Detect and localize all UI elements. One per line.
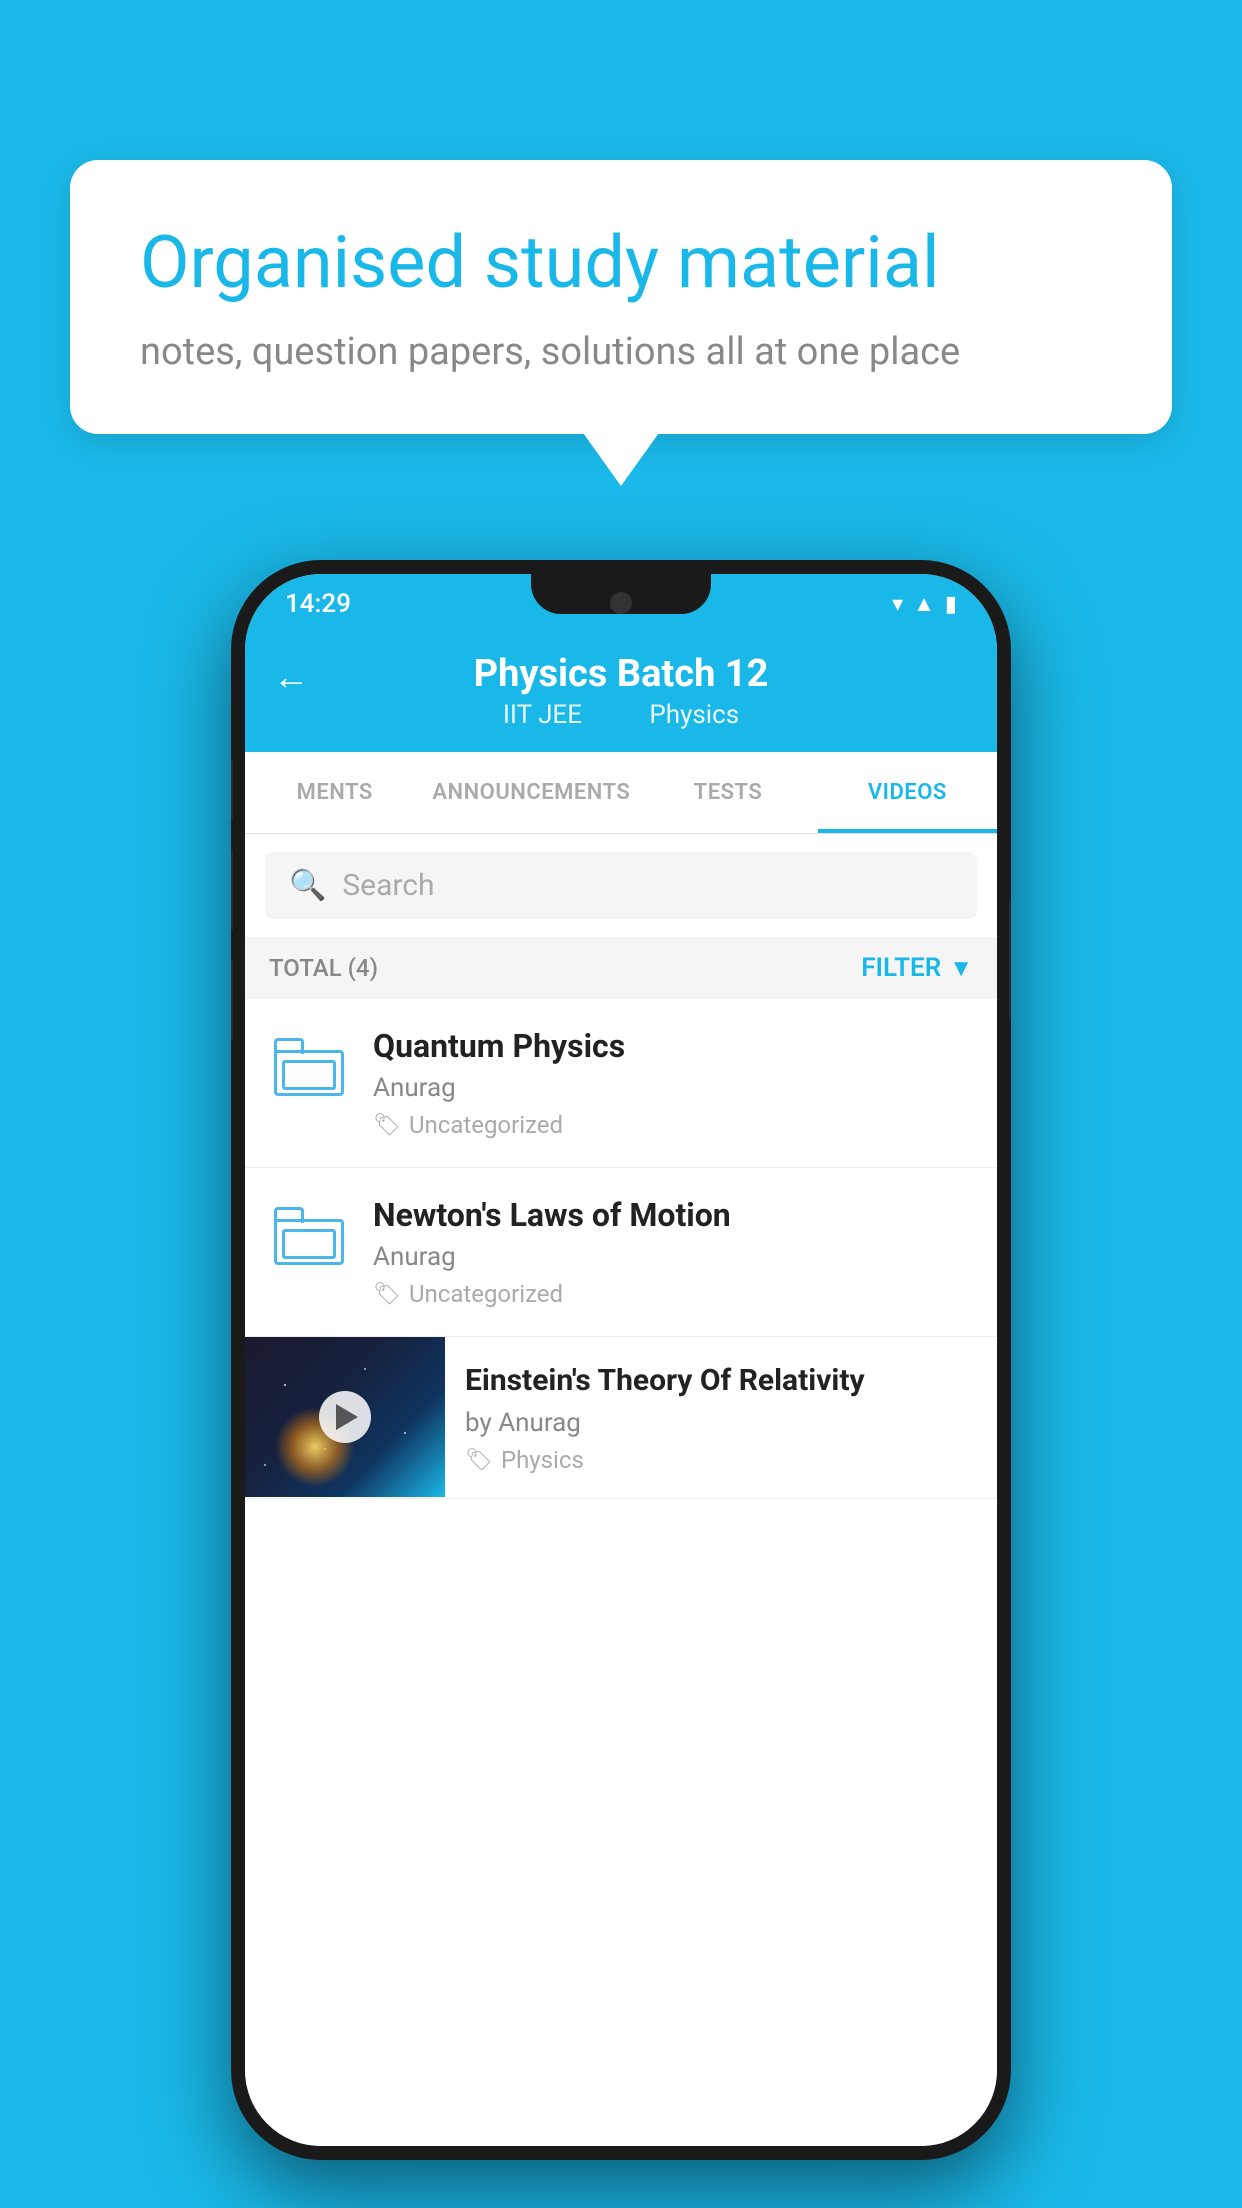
subtitle-physics: Physics	[649, 700, 739, 730]
video-tag: 🏷 Uncategorized	[373, 1280, 973, 1308]
filter-row: TOTAL (4) FILTER ▼	[245, 937, 997, 999]
video-author: by Anurag	[465, 1408, 977, 1438]
phone-screen: 14:29 ▾ ▲ ▮ ← Physics Batch 12 IIT JEE P…	[245, 574, 997, 2146]
total-count: TOTAL (4)	[269, 954, 378, 982]
tab-announcements[interactable]: ANNOUNCEMENTS	[424, 752, 638, 833]
video-tag: 🏷 Uncategorized	[373, 1111, 973, 1139]
filter-funnel-icon: ▼	[949, 954, 973, 983]
phone-camera	[610, 592, 632, 614]
play-triangle-icon	[336, 1404, 358, 1430]
video-title: Newton's Laws of Motion	[373, 1196, 973, 1234]
video-info: Quantum Physics Anurag 🏷 Uncategorized	[373, 1027, 973, 1139]
folder-icon	[274, 1207, 344, 1265]
phone-side-btn-left	[231, 760, 233, 820]
tag-icon: 🏷	[373, 1282, 401, 1307]
phone-notch	[531, 574, 711, 614]
tag-icon: 🏷	[465, 1448, 493, 1473]
header-subtitle: IIT JEE Physics	[491, 700, 751, 730]
wifi-icon: ▾	[892, 592, 903, 617]
tab-tests[interactable]: TESTS	[638, 752, 817, 833]
status-icons: ▾ ▲ ▮	[892, 591, 957, 617]
subtitle-iitjee: IIT JEE	[503, 700, 582, 730]
list-item[interactable]: Einstein's Theory Of Relativity by Anura…	[245, 1337, 997, 1499]
list-item[interactable]: Newton's Laws of Motion Anurag 🏷 Uncateg…	[245, 1168, 997, 1337]
phone-side-btn-left2	[231, 850, 233, 930]
video-info: Newton's Laws of Motion Anurag 🏷 Uncateg…	[373, 1196, 973, 1308]
folder-icon-wrap	[269, 1196, 349, 1276]
video-title: Quantum Physics	[373, 1027, 973, 1065]
status-time: 14:29	[285, 589, 351, 619]
tag-label: Uncategorized	[409, 1280, 563, 1308]
header-title: Physics Batch 12	[474, 652, 769, 696]
signal-icon: ▲	[913, 591, 935, 617]
speech-bubble: Organised study material notes, question…	[70, 160, 1172, 434]
tab-ments[interactable]: MENTS	[245, 752, 424, 833]
battery-icon: ▮	[945, 592, 957, 617]
folder-icon	[274, 1038, 344, 1096]
tabs-bar: MENTS ANNOUNCEMENTS TESTS VIDEOS	[245, 752, 997, 834]
bubble-subtitle: notes, question papers, solutions all at…	[140, 330, 1102, 374]
einstein-info: Einstein's Theory Of Relativity by Anura…	[445, 1337, 997, 1498]
search-placeholder: Search	[342, 868, 434, 903]
search-icon: 🔍	[289, 868, 326, 903]
tab-videos[interactable]: VIDEOS	[818, 752, 997, 833]
filter-button[interactable]: FILTER ▼	[861, 953, 973, 983]
play-button[interactable]	[319, 1391, 371, 1443]
phone-frame: 14:29 ▾ ▲ ▮ ← Physics Batch 12 IIT JEE P…	[231, 560, 1011, 2160]
filter-label: FILTER	[861, 953, 941, 983]
search-bar[interactable]: 🔍 Search	[265, 852, 977, 919]
subtitle-separator	[612, 700, 625, 730]
phone-side-btn-right	[1009, 900, 1011, 1020]
search-bar-container: 🔍 Search	[245, 834, 997, 937]
video-author: Anurag	[373, 1242, 973, 1272]
video-title: Einstein's Theory Of Relativity	[465, 1361, 977, 1400]
phone-side-btn-left3	[231, 960, 233, 1040]
bubble-title: Organised study material	[140, 220, 1102, 306]
video-thumbnail	[245, 1337, 445, 1497]
list-item[interactable]: Quantum Physics Anurag 🏷 Uncategorized	[245, 999, 997, 1168]
app-header: ← Physics Batch 12 IIT JEE Physics	[245, 634, 997, 752]
tag-icon: 🏷	[373, 1113, 401, 1138]
tag-label: Uncategorized	[409, 1111, 563, 1139]
tag-label: Physics	[501, 1446, 584, 1474]
video-author: Anurag	[373, 1073, 973, 1103]
back-button[interactable]: ←	[273, 656, 309, 698]
folder-icon-wrap	[269, 1027, 349, 1107]
video-tag: 🏷 Physics	[465, 1446, 977, 1474]
video-list: Quantum Physics Anurag 🏷 Uncategorized	[245, 999, 997, 2146]
